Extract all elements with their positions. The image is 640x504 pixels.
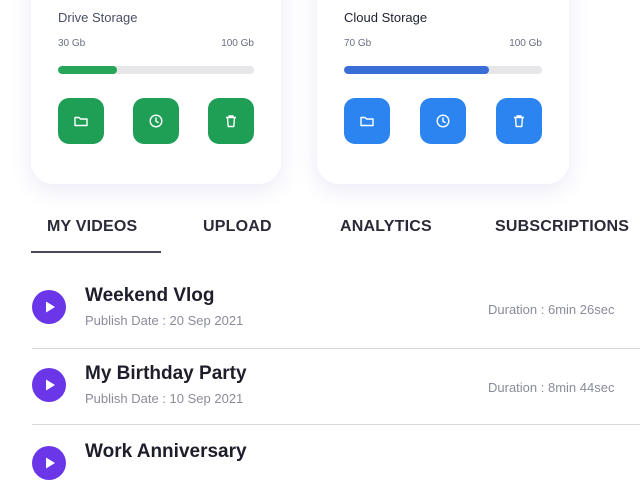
total-storage: 100 Gb	[221, 38, 254, 49]
cloud-storage-card: Cloud Storage 70 Gb 100 Gb	[317, 0, 569, 184]
trash-icon	[514, 115, 524, 128]
used-storage: 70 Gb	[344, 38, 372, 49]
storage-progress-fill	[344, 66, 489, 74]
clock-icon	[436, 114, 450, 128]
total-storage: 100 Gb	[509, 38, 542, 49]
clock-icon	[149, 114, 163, 128]
video-title: Work Anniversary	[85, 441, 247, 462]
drive-storage-card: Drive Storage 30 Gb 100 Gb	[31, 0, 281, 184]
storage-progress-bar	[58, 66, 254, 74]
active-tab-indicator	[31, 251, 161, 253]
video-title: Weekend Vlog	[85, 285, 215, 306]
row-divider	[32, 348, 640, 349]
publish-date: Publish Date : 10 Sep 2021	[85, 391, 244, 406]
play-button[interactable]	[32, 368, 66, 402]
folder-button[interactable]	[58, 98, 104, 144]
play-button[interactable]	[32, 446, 66, 480]
trash-icon	[226, 115, 236, 128]
trash-button[interactable]	[208, 98, 254, 144]
used-storage: 30 Gb	[58, 38, 86, 49]
video-list-item[interactable]: My Birthday Party Publish Date : 10 Sep …	[32, 350, 640, 426]
publish-date: Publish Date : 20 Sep 2021	[85, 313, 244, 328]
tab-analytics[interactable]: ANALYTICS	[340, 218, 432, 236]
video-list-item[interactable]: Work Anniversary	[32, 428, 640, 504]
video-title: My Birthday Party	[85, 363, 247, 384]
play-button[interactable]	[32, 290, 66, 324]
folder-button[interactable]	[344, 98, 390, 144]
trash-button[interactable]	[496, 98, 542, 144]
play-icon	[46, 301, 55, 313]
card-title: Drive Storage	[58, 10, 138, 25]
storage-progress-bar	[344, 66, 542, 74]
clock-button[interactable]	[133, 98, 179, 144]
play-icon	[46, 457, 55, 469]
video-list-item[interactable]: Weekend Vlog Publish Date : 20 Sep 2021 …	[32, 272, 640, 348]
video-tabs: MY VIDEOS UPLOAD ANALYTICS SUBSCRIPTIONS	[0, 218, 640, 254]
play-icon	[46, 379, 55, 391]
folder-icon	[74, 116, 88, 127]
storage-progress-fill	[58, 66, 117, 74]
tab-my-videos[interactable]: MY VIDEOS	[47, 218, 137, 236]
folder-icon	[360, 116, 374, 127]
tab-upload[interactable]: UPLOAD	[203, 218, 272, 236]
card-title: Cloud Storage	[344, 10, 428, 25]
video-duration: Duration : 6min 26sec	[488, 302, 615, 317]
clock-button[interactable]	[420, 98, 466, 144]
video-duration: Duration : 8min 44sec	[488, 380, 615, 395]
row-divider	[32, 424, 640, 425]
tab-subscriptions[interactable]: SUBSCRIPTIONS	[495, 218, 629, 236]
